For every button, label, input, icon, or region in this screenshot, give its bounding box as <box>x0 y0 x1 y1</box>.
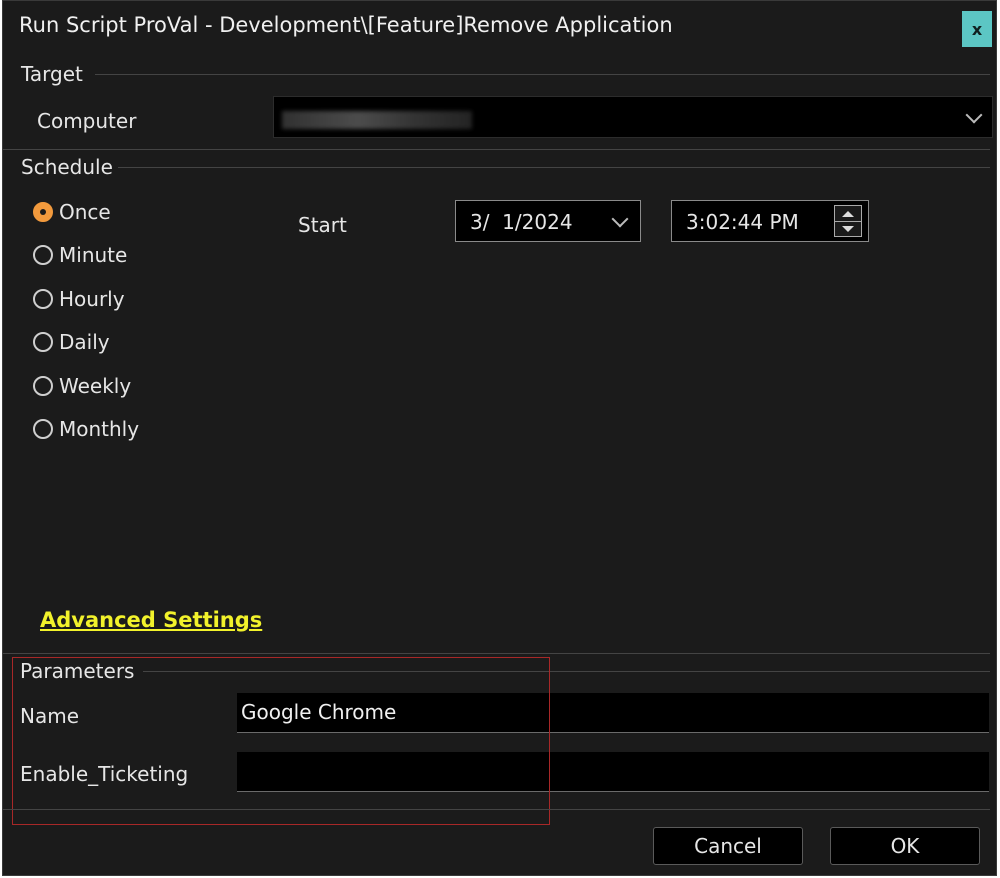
redacted-computer-name <box>282 111 472 129</box>
radio-unchecked-icon[interactable] <box>33 376 53 396</box>
radio-label: Monthly <box>59 417 140 441</box>
schedule-group-label: Schedule <box>21 155 113 179</box>
radio-weekly[interactable]: Weekly <box>33 371 131 401</box>
schedule-divider <box>118 167 990 168</box>
radio-once[interactable]: Once <box>33 197 111 227</box>
start-date-value: 3/ 1/2024 <box>470 210 573 234</box>
ok-button[interactable]: OK <box>830 827 980 865</box>
target-divider <box>95 74 990 75</box>
parameters-highlight-box <box>12 657 550 825</box>
radio-minute[interactable]: Minute <box>33 240 127 270</box>
title-bar[interactable]: Run Script ProVal - Development\[Feature… <box>3 1 996 49</box>
radio-label: Minute <box>59 243 128 267</box>
footer-divider <box>3 809 990 810</box>
radio-label: Weekly <box>59 374 132 398</box>
start-label: Start <box>298 213 347 237</box>
computer-select[interactable] <box>273 96 993 138</box>
radio-unchecked-icon[interactable] <box>33 289 53 309</box>
radio-label: Daily <box>59 330 110 354</box>
target-group-label: Target <box>21 62 83 86</box>
radio-monthly[interactable]: Monthly <box>33 414 139 444</box>
time-spinner[interactable] <box>834 205 862 237</box>
radio-label: Once <box>59 200 111 224</box>
radio-checked-icon[interactable] <box>33 202 53 222</box>
radio-unchecked-icon[interactable] <box>33 332 53 352</box>
parameters-top-divider <box>3 653 990 654</box>
radio-unchecked-icon[interactable] <box>33 419 53 439</box>
run-script-dialog: Run Script ProVal - Development\[Feature… <box>2 0 997 876</box>
spin-down-icon[interactable] <box>835 221 861 236</box>
cancel-button[interactable]: Cancel <box>653 827 803 865</box>
schedule-top-divider <box>3 149 990 150</box>
radio-daily[interactable]: Daily <box>33 327 110 357</box>
start-date-picker[interactable]: 3/ 1/2024 <box>455 200 641 242</box>
radio-unchecked-icon[interactable] <box>33 245 53 265</box>
radio-label: Hourly <box>59 287 125 311</box>
close-button[interactable]: x <box>962 11 992 47</box>
spin-up-icon[interactable] <box>835 206 861 222</box>
chevron-down-icon[interactable] <box>611 210 629 228</box>
advanced-settings-link[interactable]: Advanced Settings <box>40 608 262 632</box>
start-time-picker[interactable]: 3:02:44 PM <box>671 200 869 242</box>
chevron-down-icon <box>965 106 983 124</box>
computer-label: Computer <box>37 109 137 133</box>
window-title: Run Script ProVal - Development\[Feature… <box>19 13 673 37</box>
radio-hourly[interactable]: Hourly <box>33 284 125 314</box>
start-time-value: 3:02:44 PM <box>686 210 799 234</box>
